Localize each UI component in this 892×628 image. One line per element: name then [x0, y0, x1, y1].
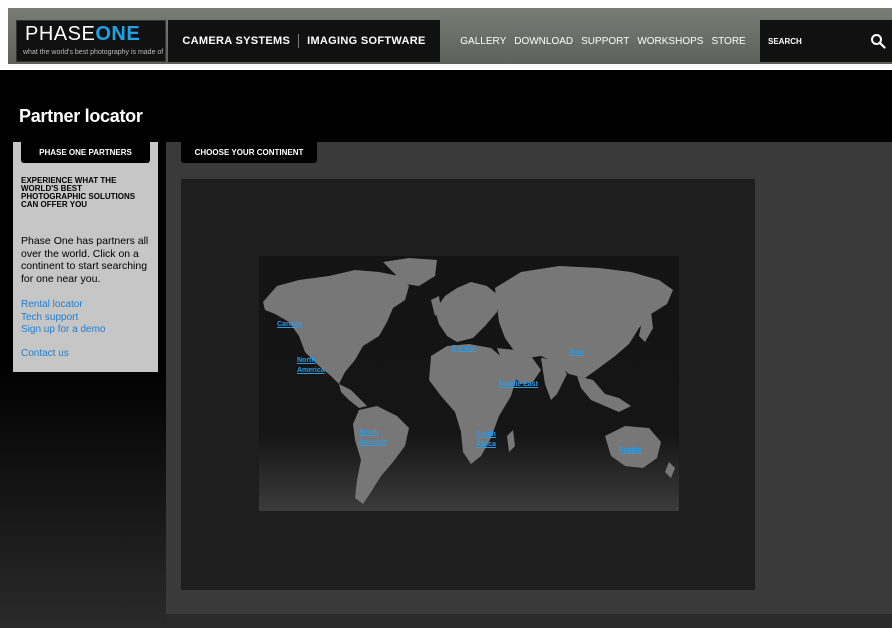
region-asia-link[interactable]: Asia	[569, 348, 584, 358]
subnav-store[interactable]: STORE	[707, 36, 749, 47]
logo-word-one: ONE	[95, 23, 141, 45]
region-pacific-link[interactable]: Pacific	[619, 446, 642, 456]
search-box	[760, 20, 892, 62]
region-north-america-link[interactable]: North America	[297, 356, 325, 376]
nav-camera-systems-label: SYSTEMS	[235, 35, 291, 47]
subnav-download[interactable]: DOWNLOAD	[510, 36, 577, 47]
sign-up-demo-link[interactable]: Sign up for a demo	[21, 324, 106, 337]
region-middle-east-link[interactable]: Middle East	[499, 380, 538, 390]
region-north-america-line2: America	[297, 367, 325, 374]
search-input[interactable]	[768, 32, 864, 50]
page-title: Partner locator	[19, 106, 143, 126]
rental-locator-link[interactable]: Rental locator	[21, 299, 106, 312]
central-america-shape	[339, 384, 367, 408]
subnav-support[interactable]: SUPPORT	[577, 36, 633, 47]
search-icon[interactable]	[870, 33, 886, 49]
nav-imaging-software-prefix: IMAGING	[307, 35, 361, 47]
tech-support-link[interactable]: Tech support	[21, 312, 106, 325]
nav-imaging-software-label: SOFTWARE	[360, 35, 426, 47]
region-south-africa-link[interactable]: South Africa	[476, 430, 496, 450]
sidebar-tab: PHASE ONE PARTNERS	[21, 142, 150, 163]
madagascar-shape	[507, 430, 515, 452]
phase-one-logo[interactable]: PHASEONE what the world's best photograp…	[16, 20, 166, 62]
continent-tab: CHOOSE YOUR CONTINENT	[181, 142, 317, 163]
contact-us-link[interactable]: Contact us	[21, 348, 69, 359]
region-south-america-line1: South	[359, 429, 379, 436]
world-map-graphic	[263, 258, 675, 504]
top-header: PHASEONE what the world's best photograp…	[8, 8, 892, 64]
main-panel-footer	[166, 614, 892, 628]
region-south-africa-line2: Africa	[476, 441, 496, 448]
logo-tagline: what the world's best photography is mad…	[23, 49, 164, 56]
nav-imaging-software[interactable]: IMAGING SOFTWARE	[307, 35, 425, 47]
sub-nav: GALLERY DOWNLOAD SUPPORT WORKSHOPS STORE	[458, 20, 748, 62]
nav-camera-systems[interactable]: CAMERA SYSTEMS	[182, 35, 290, 47]
nav-camera-systems-prefix: CAMERA	[182, 35, 236, 47]
region-south-america-line2: America	[359, 439, 387, 446]
world-map	[259, 256, 679, 511]
region-north-america-line1: North	[297, 357, 316, 364]
south-america-shape[interactable]	[353, 406, 409, 504]
partners-sidebar: PHASE ONE PARTNERS EXPERIENCE WHAT THE W…	[13, 142, 158, 372]
region-south-africa-line1: South	[476, 431, 496, 438]
nav-divider	[298, 34, 300, 48]
subnav-workshops[interactable]: WORKSHOPS	[633, 36, 707, 47]
sidebar-description: Phase One has partners all over the worl…	[21, 235, 149, 285]
logo-word-phase: PHASE	[25, 23, 96, 45]
southeast-asia-shape	[577, 376, 631, 412]
logo-wordmark: PHASEONE	[25, 23, 140, 46]
region-canada-link[interactable]: Canada	[277, 320, 302, 330]
region-south-america-link[interactable]: South America	[359, 428, 387, 448]
page: PHASEONE what the world's best photograp…	[0, 0, 892, 628]
new-zealand-shape	[665, 462, 675, 478]
sidebar-links: Rental locator Tech support Sign up for …	[21, 299, 106, 337]
subnav-gallery[interactable]: GALLERY	[456, 36, 510, 47]
main-nav: CAMERA SYSTEMS IMAGING SOFTWARE	[168, 20, 440, 62]
region-europe-link[interactable]: Europe	[452, 344, 476, 354]
europe-shape[interactable]	[435, 282, 499, 342]
sidebar-heading: EXPERIENCE WHAT THE WORLD'S BEST PHOTOGR…	[21, 176, 136, 209]
